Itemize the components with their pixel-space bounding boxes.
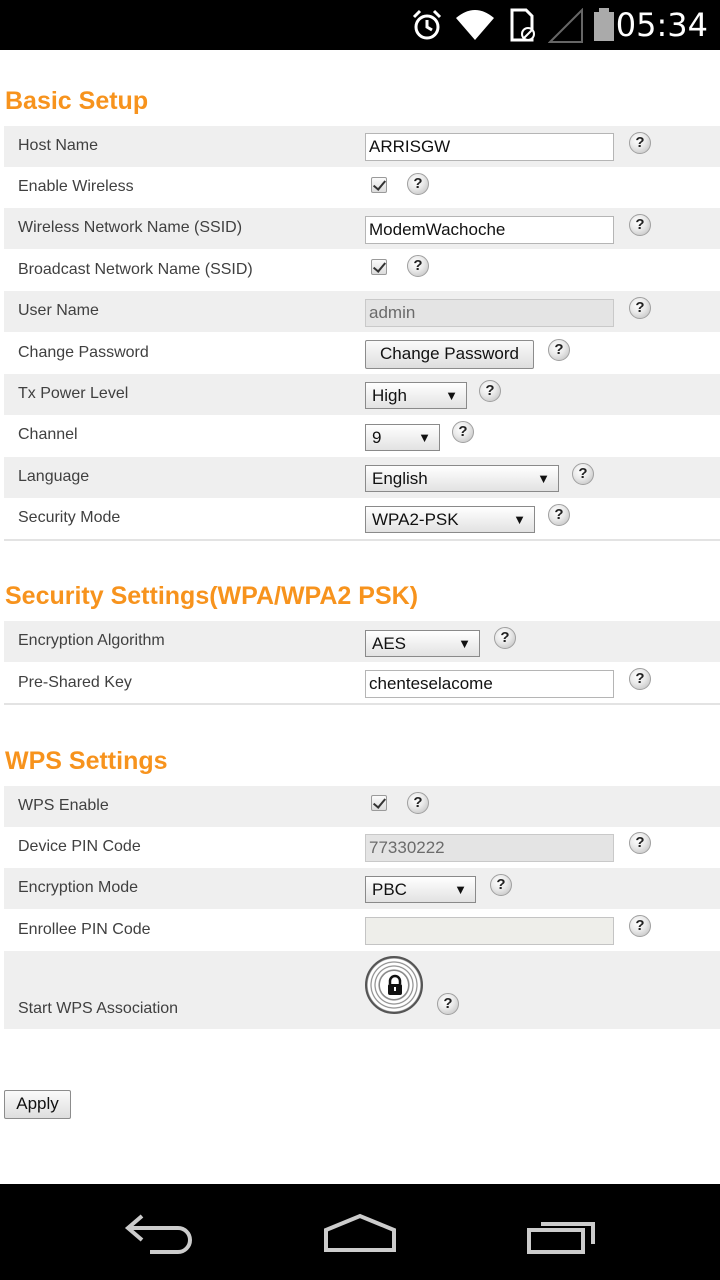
broadcast-ssid-checkbox[interactable] [371, 259, 387, 275]
row-broadcast-ssid: Broadcast Network Name (SSID) [4, 250, 720, 291]
divider [4, 539, 720, 541]
section-title-security-settings: Security Settings(WPA/WPA2 PSK) [5, 582, 419, 610]
recent-apps-icon[interactable] [525, 1212, 601, 1256]
help-icon[interactable]: ? [629, 668, 651, 690]
wps-enable-checkbox[interactable] [371, 795, 387, 811]
wps-enable-label: WPS Enable [18, 797, 109, 814]
encryption-mode-select[interactable]: PBC ▼ [365, 876, 476, 903]
row-language: Language [4, 457, 720, 498]
encryption-algorithm-value: AES [372, 634, 407, 653]
status-bar: 05:34 [0, 0, 720, 50]
chevron-down-icon: ▼ [537, 471, 550, 486]
help-icon[interactable]: ? [437, 993, 459, 1015]
channel-label: Channel [18, 426, 78, 443]
language-select[interactable]: English ▼ [365, 465, 559, 492]
tx-power-label: Tx Power Level [18, 385, 129, 402]
clock-time: 05:34 [615, 6, 708, 44]
broadcast-ssid-label: Broadcast Network Name (SSID) [18, 261, 253, 278]
enrollee-pin-input[interactable] [365, 917, 614, 945]
divider [4, 703, 720, 705]
change-password-label: Change Password [18, 344, 149, 361]
help-icon[interactable]: ? [629, 832, 651, 854]
security-mode-select[interactable]: WPA2-PSK ▼ [365, 506, 535, 533]
help-icon[interactable]: ? [572, 463, 594, 485]
help-icon[interactable]: ? [407, 173, 429, 195]
language-label: Language [18, 468, 90, 485]
encryption-algorithm-label: Encryption Algorithm [18, 632, 165, 649]
security-mode-label: Security Mode [18, 509, 121, 526]
enable-wireless-label: Enable Wireless [18, 178, 134, 195]
language-value: English [372, 469, 428, 488]
signal-icon [548, 8, 583, 43]
wps-push-button[interactable] [365, 956, 423, 1014]
change-password-button[interactable]: Change Password [365, 340, 534, 369]
section-title-basic-setup: Basic Setup [5, 87, 149, 115]
wifi-icon [456, 10, 494, 40]
row-change-password: Change Password [4, 333, 720, 374]
channel-value: 9 [372, 428, 382, 447]
user-name-label: User Name [18, 302, 99, 319]
pre-shared-key-input[interactable]: chenteselacome [365, 670, 614, 698]
alarm-icon [412, 9, 442, 40]
device-pin-input: 77330222 [365, 834, 614, 862]
apply-button[interactable]: Apply [4, 1090, 71, 1119]
chevron-down-icon: ▼ [458, 636, 471, 651]
help-icon[interactable]: ? [548, 339, 570, 361]
help-icon[interactable]: ? [629, 915, 651, 937]
help-icon[interactable]: ? [407, 792, 429, 814]
help-icon[interactable]: ? [629, 132, 651, 154]
pre-shared-key-label: Pre-Shared Key [18, 674, 132, 691]
chevron-down-icon: ▼ [418, 430, 431, 445]
chevron-down-icon: ▼ [454, 882, 467, 897]
battery-icon [594, 8, 614, 41]
row-start-wps: Start WPS Association [4, 951, 720, 1029]
device-pin-label: Device PIN Code [18, 838, 141, 855]
home-icon[interactable] [320, 1210, 400, 1256]
back-icon[interactable] [120, 1208, 200, 1256]
help-icon[interactable]: ? [494, 627, 516, 649]
row-encryption-mode: Encryption Mode [4, 868, 720, 909]
help-icon[interactable]: ? [490, 874, 512, 896]
start-wps-label: Start WPS Association [18, 1000, 179, 1017]
encryption-mode-value: PBC [372, 880, 407, 899]
encryption-mode-label: Encryption Mode [18, 879, 139, 896]
ssid-input[interactable]: ModemWachoche [365, 216, 614, 244]
tx-power-select[interactable]: High ▼ [365, 382, 467, 409]
enable-wireless-checkbox[interactable] [371, 177, 387, 193]
encryption-algorithm-select[interactable]: AES ▼ [365, 630, 480, 657]
row-encryption-algorithm: Encryption Algorithm [4, 621, 720, 662]
navigation-bar [0, 1184, 720, 1280]
router-settings-page: Basic Setup Host Name ARRISGW ? Enable W… [0, 50, 720, 1184]
row-tx-power: Tx Power Level [4, 374, 720, 415]
section-title-wps-settings: WPS Settings [5, 747, 168, 775]
row-channel: Channel [4, 415, 720, 456]
tx-power-value: High [372, 386, 407, 405]
row-enable-wireless: Enable Wireless [4, 167, 720, 208]
user-name-input: admin [365, 299, 614, 327]
help-icon[interactable]: ? [407, 255, 429, 277]
ssid-label: Wireless Network Name (SSID) [18, 219, 243, 236]
security-mode-value: WPA2-PSK [372, 510, 459, 529]
row-wps-enable: WPS Enable [4, 786, 720, 827]
help-icon[interactable]: ? [479, 380, 501, 402]
chevron-down-icon: ▼ [445, 388, 458, 403]
chevron-down-icon: ▼ [513, 512, 526, 527]
channel-select[interactable]: 9 ▼ [365, 424, 440, 451]
row-security-mode: Security Mode [4, 498, 720, 539]
help-icon[interactable]: ? [452, 421, 474, 443]
host-name-input[interactable]: ARRISGW [365, 133, 614, 161]
sim-icon [510, 8, 535, 42]
help-icon[interactable]: ? [629, 214, 651, 236]
host-name-label: Host Name [18, 137, 99, 154]
help-icon[interactable]: ? [548, 504, 570, 526]
enrollee-pin-label: Enrollee PIN Code [18, 921, 151, 938]
lock-icon [379, 970, 409, 1000]
help-icon[interactable]: ? [629, 297, 651, 319]
